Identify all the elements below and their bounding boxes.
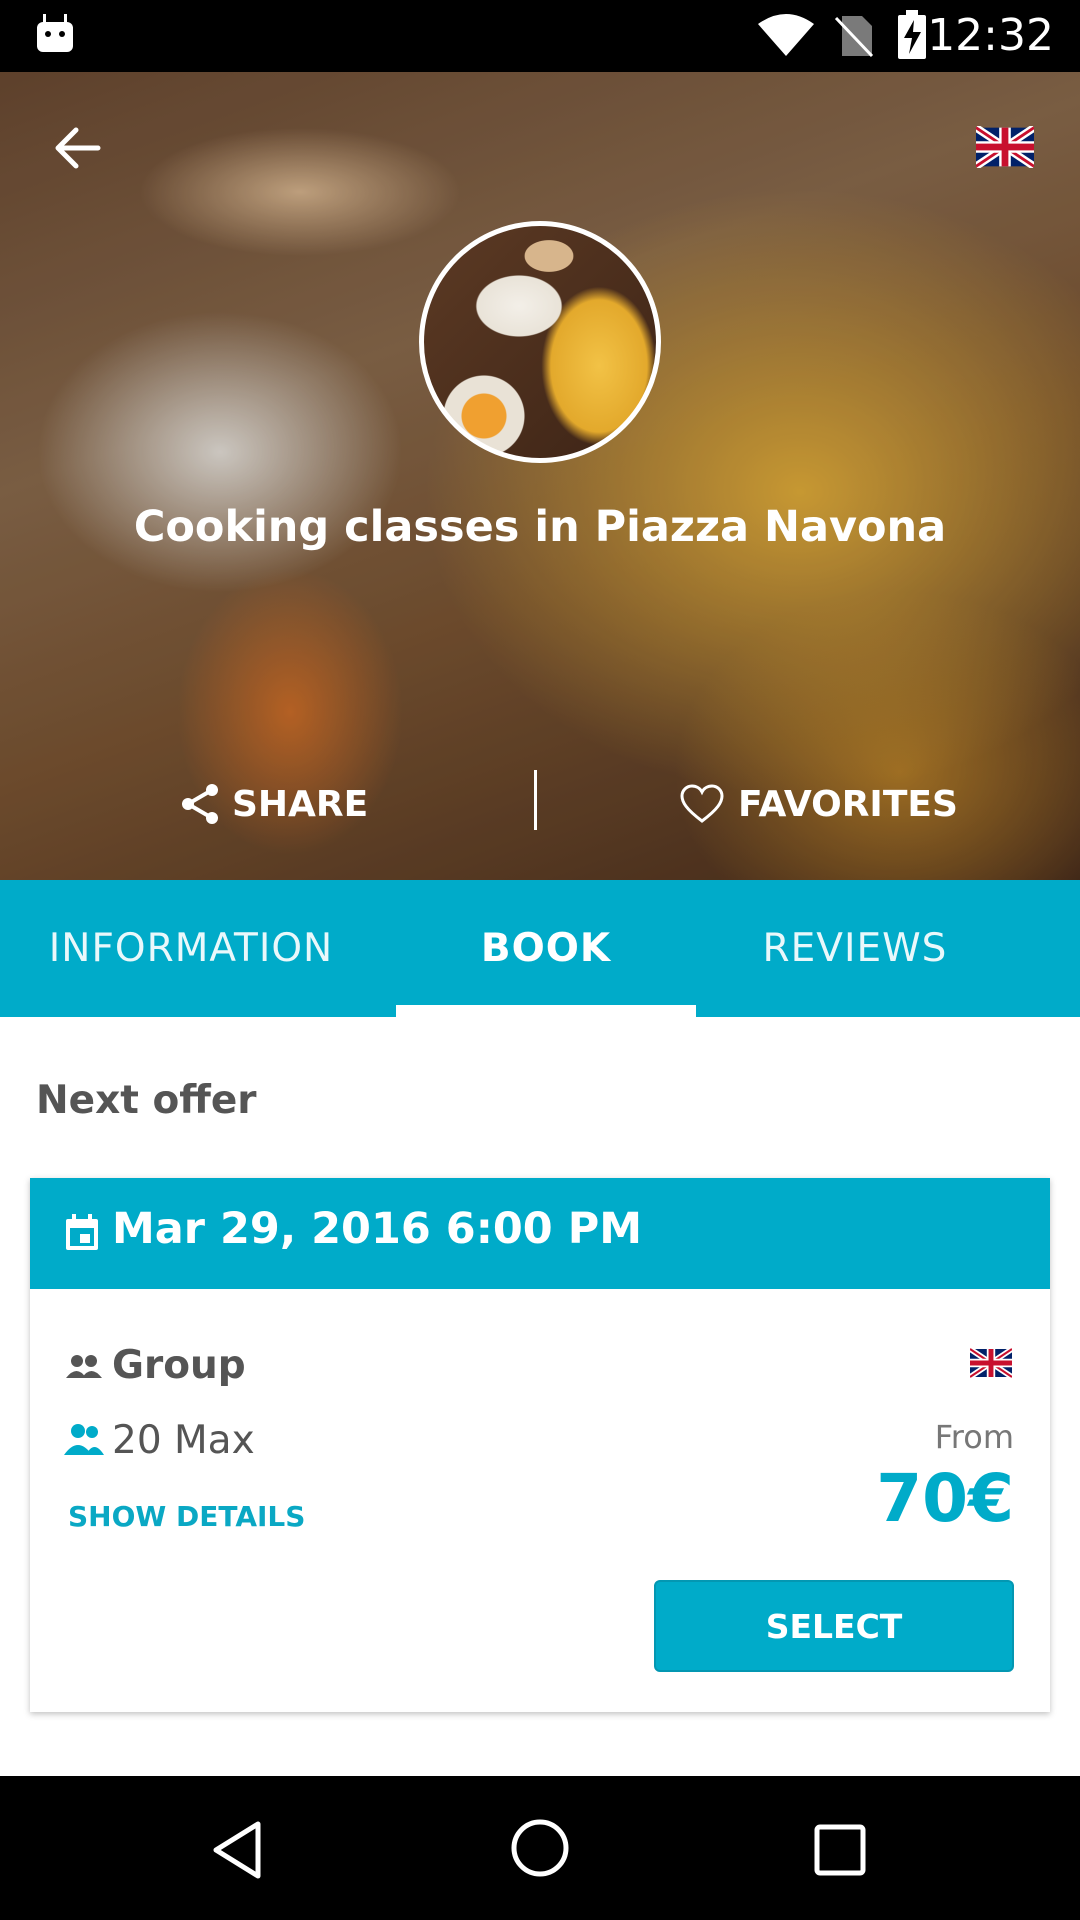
hero-header: Cooking classes in Piazza Navona SHARE F… [0, 72, 1080, 880]
show-details-link[interactable]: SHOW DETAILS [68, 1500, 305, 1533]
status-bar: 12:32 [0, 0, 1080, 72]
share-icon [182, 784, 218, 824]
tab-bar: INFORMATION BOOK REVIEWS [0, 880, 1080, 1017]
clock: 12:32 [927, 10, 1054, 61]
section-title: Next offer [36, 1078, 257, 1123]
offer-card: Mar 29, 2016 6:00 PM Group 20 Max SHOW D… [30, 1178, 1050, 1712]
tab-book[interactable]: BOOK [396, 880, 696, 1017]
nav-back-icon[interactable] [210, 1820, 264, 1880]
tab-information[interactable]: INFORMATION [30, 880, 352, 1017]
heart-icon [680, 784, 724, 823]
from-label: From [934, 1418, 1014, 1456]
favorites-label: FAVORITES [738, 783, 958, 825]
favorites-button[interactable]: FAVORITES [680, 776, 958, 832]
android-notification-icon [37, 14, 73, 52]
share-label: SHARE [232, 783, 369, 825]
offer-capacity: 20 Max [112, 1418, 255, 1463]
class-avatar-image [419, 221, 661, 463]
wifi-icon [758, 14, 814, 56]
offer-type: Group [112, 1343, 246, 1388]
nav-recents-icon[interactable] [814, 1824, 866, 1876]
people-icon [64, 1424, 104, 1455]
uk-flag-icon[interactable] [976, 126, 1034, 168]
action-divider [534, 770, 537, 830]
offer-header: Mar 29, 2016 6:00 PM [30, 1178, 1050, 1289]
active-tab-indicator [396, 1005, 696, 1017]
select-button[interactable]: SELECT [654, 1580, 1014, 1672]
offer-price: 70€ [876, 1460, 1014, 1537]
nav-home-icon[interactable] [510, 1818, 570, 1878]
system-navigation-bar [0, 1776, 1080, 1920]
tab-reviews[interactable]: REVIEWS [710, 880, 1000, 1017]
no-sim-icon [834, 16, 874, 58]
group-icon [66, 1355, 102, 1378]
battery-charging-icon [898, 10, 926, 59]
share-button[interactable]: SHARE [180, 776, 368, 832]
offer-date: Mar 29, 2016 6:00 PM [112, 1204, 643, 1254]
page-title: Cooking classes in Piazza Navona [133, 502, 947, 552]
calendar-icon [66, 1214, 98, 1250]
back-arrow-icon[interactable] [48, 118, 108, 178]
uk-flag-icon [970, 1348, 1012, 1378]
